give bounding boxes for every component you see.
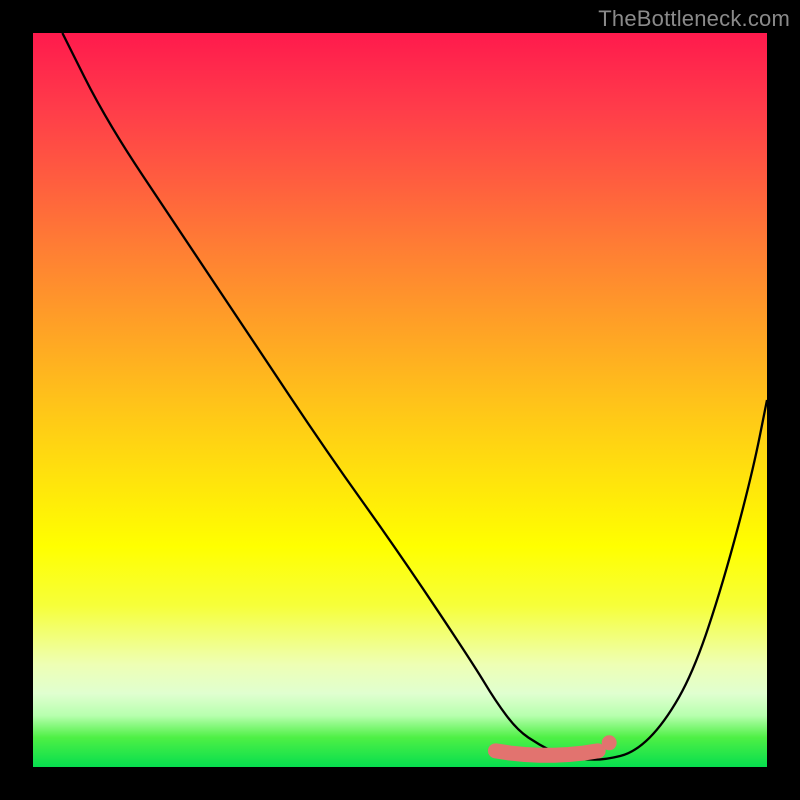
optimal-region-markers: [495, 735, 616, 755]
bottleneck-curve-path: [62, 33, 767, 760]
optimal-region-end-dot: [602, 735, 617, 750]
watermark-label: TheBottleneck.com: [598, 6, 790, 32]
optimal-region-stroke: [495, 751, 598, 755]
chart-container: TheBottleneck.com: [0, 0, 800, 800]
chart-overlay: [33, 33, 767, 767]
